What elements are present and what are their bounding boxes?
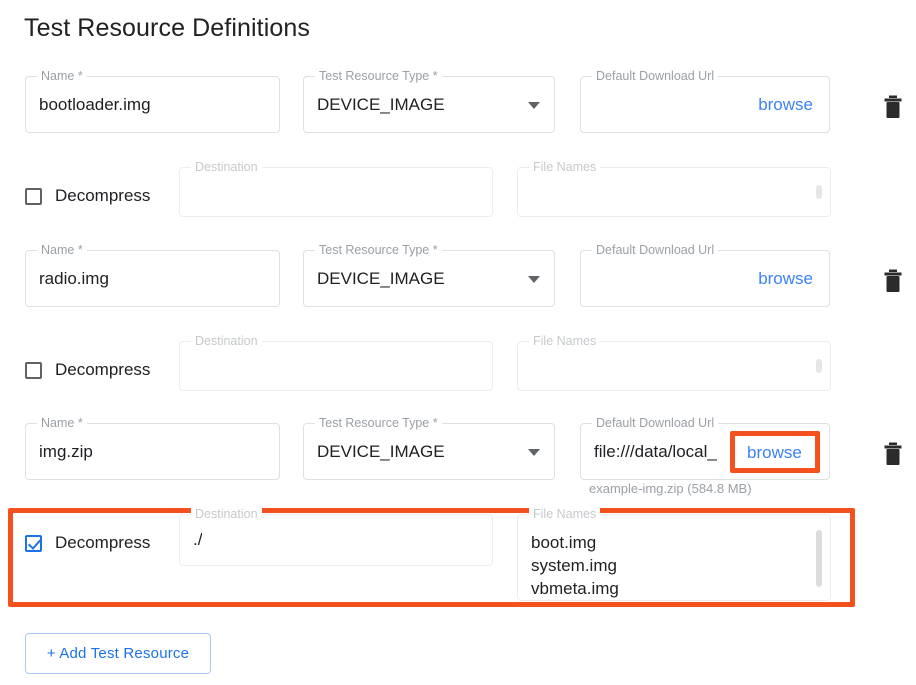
file-names-scrollbar-2[interactable] <box>816 530 822 587</box>
file-names-label-1: File Names <box>529 334 600 348</box>
destination-label-0: Destination <box>191 160 262 174</box>
file-names-scrollbar-1[interactable] <box>816 359 822 373</box>
delete-resource-button-2[interactable] <box>883 442 903 466</box>
download-url-helper-2: example-img.zip (584.8 MB) <box>589 481 752 496</box>
decompress-label-0: Decompress <box>55 186 150 206</box>
delete-icon <box>883 269 903 293</box>
download-url-value-2: file:///data/local_ <box>594 442 717 462</box>
download-url-label-0: Default Download Url <box>592 69 718 83</box>
type-select-0[interactable]: Test Resource Type * DEVICE_IMAGE <box>303 76 555 133</box>
delete-icon <box>883 95 903 119</box>
page-title: Test Resource Definitions <box>24 14 310 43</box>
decompress-row-2[interactable]: Decompress <box>25 533 150 553</box>
delete-resource-button-1[interactable] <box>883 269 903 293</box>
destination-value-2: ./ <box>193 530 202 550</box>
chevron-down-icon[interactable] <box>528 276 540 283</box>
file-names-scrollbar-0[interactable] <box>816 185 822 199</box>
browse-button-1[interactable]: browse <box>756 267 815 291</box>
destination-label-2: Destination <box>191 507 262 521</box>
list-item: system.img <box>531 554 804 577</box>
chevron-down-icon[interactable] <box>528 102 540 109</box>
download-url-field-1[interactable]: Default Download Url browse <box>580 250 830 307</box>
destination-field-0[interactable]: Destination <box>179 167 493 217</box>
type-value-2: DEVICE_IMAGE <box>317 442 445 462</box>
list-item: vbmeta.img <box>531 577 804 600</box>
download-url-field-0[interactable]: Default Download Url browse <box>580 76 830 133</box>
destination-label-1: Destination <box>191 334 262 348</box>
file-names-field-0[interactable]: File Names <box>517 167 831 217</box>
type-select-1[interactable]: Test Resource Type * DEVICE_IMAGE <box>303 250 555 307</box>
decompress-label-2: Decompress <box>55 533 150 553</box>
list-item: boot.img <box>531 531 804 554</box>
name-label-0: Name * <box>37 69 87 83</box>
name-label-1: Name * <box>37 243 87 257</box>
add-test-resource-button[interactable]: + Add Test Resource <box>25 633 211 674</box>
file-names-field-2[interactable]: File Names boot.img system.img vbmeta.im… <box>517 514 831 601</box>
type-label-2: Test Resource Type * <box>315 416 442 430</box>
test-resource-definitions-page: Test Resource Definitions Name * bootloa… <box>0 0 916 685</box>
type-label-1: Test Resource Type * <box>315 243 442 257</box>
chevron-down-icon[interactable] <box>528 449 540 456</box>
file-names-list-2: boot.img system.img vbmeta.img <box>531 531 804 600</box>
name-value-2: img.zip <box>39 442 93 462</box>
delete-icon <box>883 442 903 466</box>
delete-resource-button-0[interactable] <box>883 95 903 119</box>
type-value-1: DEVICE_IMAGE <box>317 269 445 289</box>
decompress-checkbox-0[interactable] <box>25 188 42 205</box>
name-field-1[interactable]: Name * radio.img <box>25 250 280 307</box>
decompress-checkbox-1[interactable] <box>25 362 42 379</box>
name-value-1: radio.img <box>39 269 109 289</box>
file-names-field-1[interactable]: File Names <box>517 341 831 391</box>
name-field-0[interactable]: Name * bootloader.img <box>25 76 280 133</box>
decompress-label-1: Decompress <box>55 360 150 380</box>
type-select-2[interactable]: Test Resource Type * DEVICE_IMAGE <box>303 423 555 480</box>
browse-button-0[interactable]: browse <box>756 93 815 117</box>
name-label-2: Name * <box>37 416 87 430</box>
decompress-checkbox-2[interactable] <box>25 535 42 552</box>
file-names-label-2: File Names <box>529 507 600 521</box>
browse-button-2[interactable]: browse <box>747 443 802 463</box>
type-label-0: Test Resource Type * <box>315 69 442 83</box>
type-value-0: DEVICE_IMAGE <box>317 95 445 115</box>
download-url-label-2: Default Download Url <box>592 416 718 430</box>
destination-field-1[interactable]: Destination <box>179 341 493 391</box>
destination-field-2[interactable]: Destination ./ <box>179 514 493 566</box>
download-url-label-1: Default Download Url <box>592 243 718 257</box>
name-field-2[interactable]: Name * img.zip <box>25 423 280 480</box>
file-names-label-0: File Names <box>529 160 600 174</box>
decompress-row-0[interactable]: Decompress <box>25 186 150 206</box>
name-value-0: bootloader.img <box>39 95 151 115</box>
decompress-row-1[interactable]: Decompress <box>25 360 150 380</box>
